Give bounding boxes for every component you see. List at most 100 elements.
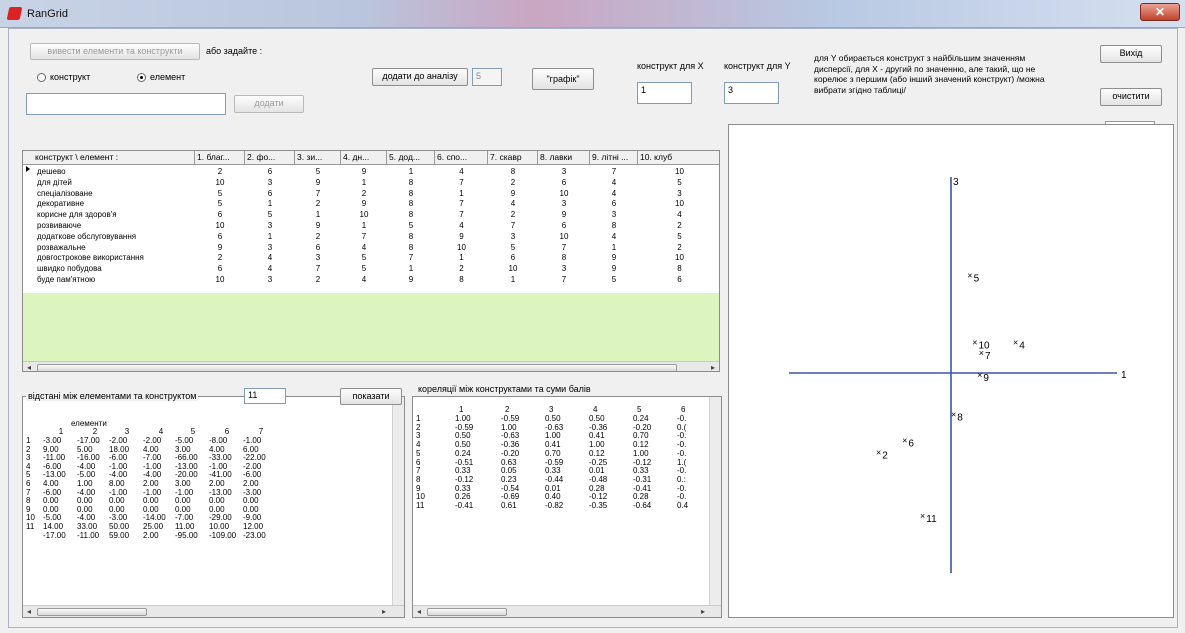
grid-column-header[interactable]: 2. фо...: [245, 151, 295, 165]
grid-cell[interactable]: 9: [195, 243, 245, 253]
table-row[interactable]: для дітей 10 3 9 1 8 7 2 6 4 5: [23, 178, 719, 188]
grid-cell[interactable]: 10: [435, 243, 488, 253]
grid-cell[interactable]: 9: [435, 232, 488, 242]
grid-cell[interactable]: 2: [295, 275, 341, 285]
grid-cell[interactable]: 5: [195, 199, 245, 209]
scroll-right-icon[interactable]: ▸: [378, 606, 390, 617]
grid-cell[interactable]: 1: [435, 189, 488, 199]
name-input[interactable]: [26, 93, 226, 115]
grid-cell[interactable]: 4: [245, 253, 295, 263]
grid-cell[interactable]: 6: [488, 253, 538, 263]
add-to-analysis-button[interactable]: додати до аналізу: [372, 68, 468, 86]
distances-hscrollbar[interactable]: ◂ ▸: [23, 605, 404, 617]
grid-cell[interactable]: 7: [295, 189, 341, 199]
grid-cell[interactable]: 7: [538, 275, 590, 285]
table-row[interactable]: корисне для здоров'я 6 5 1 10 8 7 2 9 3 4: [23, 210, 719, 220]
grid-cell[interactable]: 10: [538, 189, 590, 199]
grid-cell[interactable]: 9: [387, 275, 435, 285]
grid-cell[interactable]: 7: [341, 232, 387, 242]
grid-cell[interactable]: 1: [387, 167, 435, 177]
grid-cell[interactable]: 6: [638, 275, 719, 285]
grid-cell[interactable]: 1: [387, 264, 435, 274]
grid-cell[interactable]: 6: [538, 178, 590, 188]
scroll-right-icon[interactable]: ▸: [697, 606, 709, 617]
grid-column-header[interactable]: 5. дод...: [387, 151, 435, 165]
grid-cell[interactable]: 7: [295, 264, 341, 274]
grid-cell[interactable]: 10: [195, 178, 245, 188]
grid-cell[interactable]: 6: [245, 189, 295, 199]
grid-cell[interactable]: 3: [590, 210, 638, 220]
grid-cell[interactable]: 2: [195, 167, 245, 177]
distances-construct-input[interactable]: 11: [244, 388, 286, 404]
grid-cell[interactable]: 5: [638, 232, 719, 242]
grid-cell[interactable]: 8: [387, 232, 435, 242]
grid-column-header[interactable]: 7. скавр: [488, 151, 538, 165]
grid-cell[interactable]: 7: [387, 253, 435, 263]
grid-cell[interactable]: 4: [435, 221, 488, 231]
scroll-thumb[interactable]: [37, 608, 147, 616]
grid-cell[interactable]: 6: [295, 243, 341, 253]
grid-cell[interactable]: 6: [245, 167, 295, 177]
grid-cell[interactable]: 3: [295, 253, 341, 263]
table-row[interactable]: розважальне 9 3 6 4 8 10 5 7 1 2: [23, 243, 719, 253]
grid-cell[interactable]: 5: [590, 275, 638, 285]
grid-cell[interactable]: 5: [488, 243, 538, 253]
grid-cell[interactable]: 8: [387, 199, 435, 209]
correlations-table[interactable]: 1 2 3 4 5 6 1 1.00 -0.59 0.50 0.50 0.24 -0. 2 -0.59 1.0…: [412, 396, 722, 618]
grid-cell[interactable]: 6: [590, 199, 638, 209]
grid-cell[interactable]: 8: [387, 178, 435, 188]
grid-column-header[interactable]: 6. спо...: [435, 151, 488, 165]
grid-cell[interactable]: 10: [638, 199, 719, 209]
grid-cell[interactable]: 8: [488, 167, 538, 177]
grid-cell[interactable]: 1: [245, 199, 295, 209]
table-row[interactable]: швидко побудова 6 4 7 5 1 2 10 3 9 8: [23, 264, 719, 274]
grid-cell[interactable]: 5: [638, 178, 719, 188]
grid-cell[interactable]: 10: [538, 232, 590, 242]
grid-column-header[interactable]: 10. клуб: [638, 151, 719, 165]
show-button[interactable]: показати: [340, 388, 402, 405]
grid-cell[interactable]: 1: [245, 232, 295, 242]
grid-cell[interactable]: 1: [295, 210, 341, 220]
grid-cell[interactable]: 4: [488, 199, 538, 209]
grid-column-header[interactable]: 9. літні ...: [590, 151, 638, 165]
grid-cell[interactable]: 9: [295, 178, 341, 188]
grid-cell[interactable]: 10: [341, 210, 387, 220]
table-row[interactable]: декоративне 5 1 2 9 8 7 4 3 6 10: [23, 199, 719, 209]
grid-cell[interactable]: 4: [245, 264, 295, 274]
grid-hscrollbar[interactable]: ◂ ▸: [23, 361, 719, 371]
grid-cell[interactable]: 7: [435, 210, 488, 220]
grid-cell[interactable]: 3: [538, 264, 590, 274]
grid-cell[interactable]: 2: [195, 253, 245, 263]
analysis-count-field[interactable]: 5: [472, 68, 502, 86]
grid-cell[interactable]: 2: [488, 178, 538, 188]
grid-cell[interactable]: 5: [341, 264, 387, 274]
scroll-left-icon[interactable]: ◂: [413, 606, 425, 617]
grid-cell[interactable]: 8: [387, 210, 435, 220]
grid-cell[interactable]: 1: [435, 253, 488, 263]
grid-cell[interactable]: 4: [341, 243, 387, 253]
construct-y-input[interactable]: 3: [724, 82, 779, 104]
grid-cell[interactable]: 2: [488, 210, 538, 220]
grid-cell[interactable]: 6: [195, 264, 245, 274]
grid-cell[interactable]: 9: [341, 199, 387, 209]
scroll-right-icon[interactable]: ▸: [707, 362, 719, 371]
grid-cell[interactable]: 2: [638, 243, 719, 253]
table-row[interactable]: розвиваюче 10 3 9 1 5 4 7 6 8 2: [23, 221, 719, 231]
ratings-grid[interactable]: конструкт \ елемент :1. благ... 2. фо... 3…: [22, 150, 720, 372]
grid-cell[interactable]: 4: [341, 275, 387, 285]
grid-cell[interactable]: 3: [245, 243, 295, 253]
grid-cell[interactable]: 3: [245, 275, 295, 285]
grid-cell[interactable]: 6: [195, 210, 245, 220]
grid-column-header[interactable]: 3. зи...: [295, 151, 341, 165]
grid-cell[interactable]: 10: [488, 264, 538, 274]
grid-cell[interactable]: 4: [435, 167, 488, 177]
exit-button[interactable]: Вихід: [1100, 45, 1162, 63]
grid-column-header[interactable]: конструкт \ елемент :: [33, 151, 195, 165]
grid-cell[interactable]: 4: [590, 232, 638, 242]
grid-cell[interactable]: 10: [195, 275, 245, 285]
grid-column-header[interactable]: 1. благ...: [195, 151, 245, 165]
radio-element[interactable]: [137, 73, 146, 82]
grid-cell[interactable]: 3: [538, 199, 590, 209]
table-row[interactable]: спеціалізоване 5 6 7 2 8 1 9 10 4 3: [23, 189, 719, 199]
grid-cell[interactable]: 9: [295, 221, 341, 231]
